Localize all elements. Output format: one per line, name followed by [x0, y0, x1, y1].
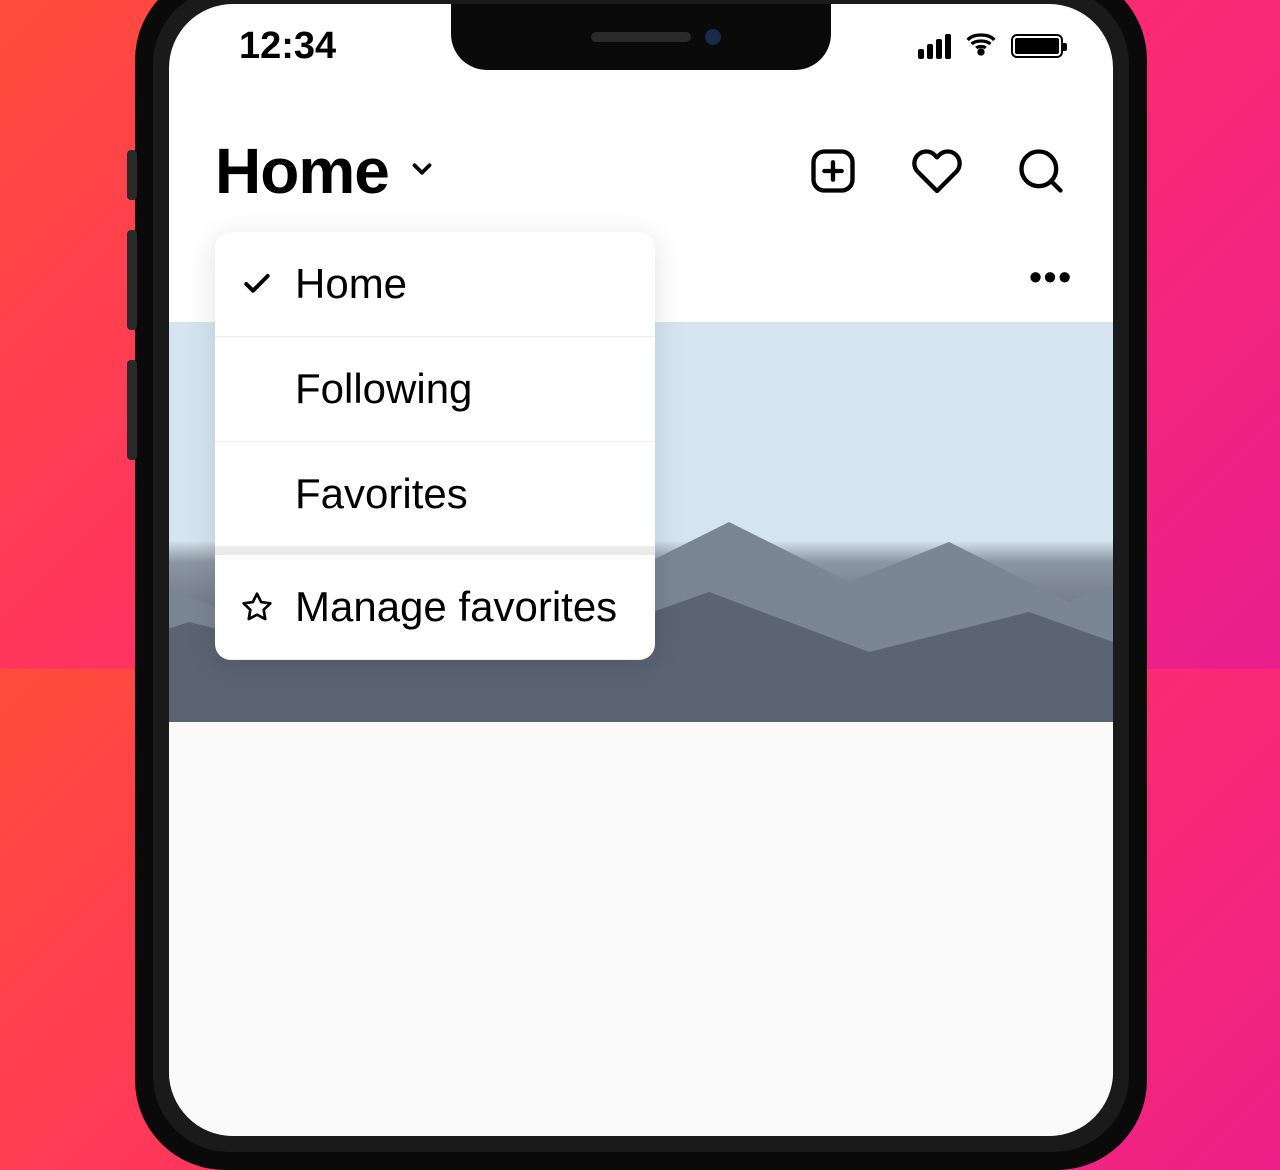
dropdown-item-manage-favorites[interactable]: Manage favorites — [215, 547, 655, 660]
post-more-button[interactable]: ••• — [1029, 256, 1073, 298]
cellular-signal-icon — [918, 34, 951, 59]
battery-icon — [1011, 34, 1063, 58]
status-time: 12:34 — [239, 25, 336, 68]
dropdown-item-label: Manage favorites — [295, 583, 617, 631]
feed-selector-dropdown: Home Following Favorites — [215, 232, 655, 660]
activity-button[interactable] — [911, 145, 963, 197]
dropdown-item-label: Home — [295, 260, 407, 308]
phone-volume-up — [127, 230, 137, 330]
dropdown-item-label: Following — [295, 365, 472, 413]
dropdown-item-label: Favorites — [295, 470, 468, 518]
feed-selector-button[interactable]: Home — [215, 134, 437, 208]
star-icon — [239, 591, 275, 623]
phone-frame: 12:34 — [135, 0, 1147, 1170]
dropdown-item-favorites[interactable]: Favorites — [215, 442, 655, 547]
search-button[interactable] — [1015, 145, 1067, 197]
phone-volume-down — [127, 360, 137, 460]
chevron-down-icon — [407, 154, 437, 189]
create-post-button[interactable] — [807, 145, 859, 197]
page-title: Home — [215, 134, 389, 208]
phone-speaker — [591, 32, 691, 42]
wifi-icon — [965, 28, 997, 65]
status-icons — [918, 28, 1063, 65]
phone-mute-switch — [127, 150, 137, 200]
app-header: Home — [169, 134, 1113, 237]
phone-screen: 12:34 — [169, 4, 1113, 1136]
dropdown-item-following[interactable]: Following — [215, 337, 655, 442]
dropdown-item-home[interactable]: Home — [215, 232, 655, 337]
phone-camera — [705, 29, 721, 45]
check-icon — [239, 268, 275, 300]
phone-notch — [451, 4, 831, 70]
